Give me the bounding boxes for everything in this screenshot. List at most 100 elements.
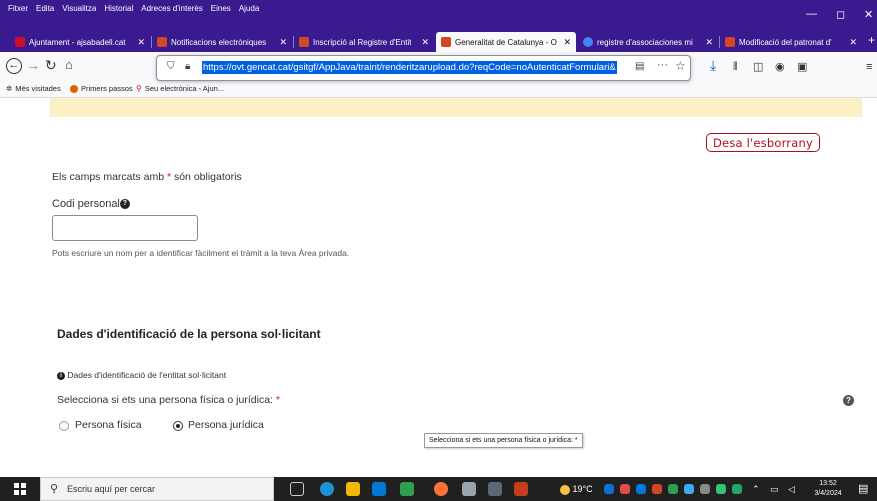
office-favicon-icon	[441, 37, 451, 47]
tab-inscripcio[interactable]: Inscripció al Registre d'Entit ✕	[294, 32, 434, 52]
forward-arrow-icon[interactable]: →	[26, 57, 40, 73]
windows-start-icon[interactable]	[14, 483, 26, 495]
save-draft-button[interactable]: Desa l'esborrany	[706, 133, 820, 152]
required-note-text: són obligatoris	[173, 171, 242, 183]
firefox-icon	[70, 84, 78, 93]
library-icon[interactable]: ⫴	[733, 59, 738, 75]
window-close-button[interactable]: ✕	[864, 8, 873, 21]
downloads-icon[interactable]: ⤓	[710, 57, 716, 73]
outlook-icon[interactable]	[372, 482, 386, 496]
gear-icon: ✲	[6, 84, 13, 93]
weather-widget[interactable]: 19°C	[560, 484, 593, 495]
clock-date: 3/4/2024	[814, 490, 842, 497]
search-placeholder: Escriu aquí per cercar	[67, 484, 156, 494]
info-icon: i	[57, 371, 65, 380]
code-personal-input[interactable]	[52, 215, 198, 241]
entity-info-text: Dades d'identificació de l'entitat sol·l…	[67, 370, 227, 380]
account-icon[interactable]: ◉	[775, 59, 785, 75]
reload-icon[interactable]: ↻	[45, 57, 57, 73]
sidebar-icon[interactable]: ◫	[753, 59, 763, 75]
menu-help[interactable]: Ajuda	[239, 4, 259, 13]
bookmark-star-icon[interactable]: ☆	[675, 59, 686, 73]
file-explorer-icon[interactable]	[346, 482, 360, 496]
menu-history[interactable]: Historial	[104, 4, 133, 13]
tray-app-icon[interactable]	[636, 484, 646, 494]
tooltip: Selecciona si ets una persona física o j…	[424, 433, 583, 448]
menu-file[interactable]: Fitxer	[8, 4, 28, 13]
page-content: Desa l'esborrany Els camps marcats amb *…	[0, 98, 877, 462]
task-view-icon[interactable]	[290, 482, 304, 496]
tray-chevron-icon[interactable]: ⌃	[752, 484, 760, 495]
menu-tools[interactable]: Eines	[211, 4, 231, 13]
code-personal-label: Codi personal	[52, 198, 120, 210]
url-bar[interactable]: ⛉ 🔒︎ https://ovt.gencat.cat/gsitgf/AppJa…	[156, 55, 691, 81]
tab-label: Generalitat de Catalunya - O	[455, 37, 557, 47]
info-icon[interactable]: ?	[119, 199, 130, 210]
pocket-icon[interactable]: ▣	[797, 59, 807, 75]
shield-icon[interactable]: ⛉	[167, 61, 175, 72]
tab-strip: Ajuntament - ajsabadell.cat ✕ Notificaci…	[0, 32, 877, 52]
tab-generalitat[interactable]: Generalitat de Catalunya - O ✕	[436, 32, 576, 52]
maximize-button[interactable]: ◻	[836, 8, 845, 21]
tab-close-icon[interactable]: ✕	[701, 37, 713, 48]
person-type-label-row: Selecciona si ets una persona física o j…	[57, 394, 280, 406]
reader-view-icon[interactable]: ▤	[635, 61, 644, 72]
tab-google-registre[interactable]: registre d'associaciones mi ✕	[578, 32, 718, 52]
tab-close-icon[interactable]: ✕	[275, 37, 287, 48]
help-icon[interactable]: ?	[843, 395, 854, 406]
back-arrow-icon[interactable]: ←	[6, 58, 22, 74]
tray-app-icon[interactable]	[700, 484, 710, 494]
tab-close-icon[interactable]: ✕	[845, 37, 857, 48]
home-icon[interactable]: ⌂	[65, 57, 73, 73]
code-help-text: Pots escriure un nom per a identificar f…	[52, 248, 350, 258]
tab-label: Ajuntament - ajsabadell.cat	[29, 37, 126, 47]
weather-temp: 19°C	[572, 484, 593, 494]
page-actions-icon[interactable]: ···	[657, 59, 668, 71]
tray-app-icon[interactable]	[668, 484, 678, 494]
tab-label: Inscripció al Registre d'Entit	[313, 37, 412, 47]
taskbar-search[interactable]: ⚲ Escriu aquí per cercar	[40, 477, 274, 501]
tray-check-icon[interactable]	[716, 484, 726, 494]
app-icon[interactable]	[488, 482, 502, 496]
bookmark-first-steps[interactable]: Primers passos	[70, 84, 133, 93]
radio-label-juridica[interactable]: Persona jurídica	[188, 419, 264, 431]
minimize-button[interactable]: —	[806, 8, 817, 20]
tray-app-icon[interactable]	[604, 484, 614, 494]
tray-app-icon[interactable]	[684, 484, 694, 494]
tab-modificacio[interactable]: Modificació del patronat d' ✕	[720, 32, 862, 52]
tab-close-icon[interactable]: ✕	[559, 37, 571, 48]
tray-app-icon[interactable]	[652, 484, 662, 494]
radio-label-fisica[interactable]: Persona física	[75, 419, 142, 431]
app-icon[interactable]	[400, 482, 414, 496]
menu-bookmarks[interactable]: Adreces d'interès	[141, 4, 203, 13]
tray-app-icon[interactable]	[732, 484, 742, 494]
firefox-icon[interactable]	[434, 482, 448, 496]
bookmark-label: Seu electrònica - Ajun...	[144, 84, 225, 93]
tab-label: registre d'associaciones mi	[597, 37, 693, 47]
person-type-label: Selecciona si ets una persona física o j…	[57, 394, 273, 406]
bookmark-seu-electronica[interactable]: ⚲ Seu electrònica - Ajun...	[136, 84, 224, 93]
tab-ajuntament[interactable]: Ajuntament - ajsabadell.cat ✕	[10, 32, 150, 52]
network-icon[interactable]: ▭	[770, 484, 779, 495]
url-text[interactable]: https://ovt.gencat.cat/gsitgf/AppJava/tr…	[202, 61, 617, 74]
tab-close-icon[interactable]: ✕	[133, 37, 145, 48]
tab-close-icon[interactable]: ✕	[417, 37, 429, 48]
lock-icon[interactable]: 🔒︎	[185, 61, 190, 72]
bookmark-label: Més visitades	[15, 84, 61, 93]
tab-notificacions[interactable]: Notificacions electròniques ✕	[152, 32, 292, 52]
required-star: *	[275, 394, 280, 406]
bookmark-most-visited[interactable]: ✲ Més visitades	[6, 84, 61, 93]
menu-edit[interactable]: Edita	[36, 4, 54, 13]
powerpoint-icon[interactable]	[514, 482, 528, 496]
app-icon[interactable]	[462, 482, 476, 496]
hamburger-menu-icon[interactable]: ≡	[866, 59, 872, 75]
tray-app-icon[interactable]	[620, 484, 630, 494]
menu-view[interactable]: Visualitza	[62, 4, 96, 13]
radio-persona-juridica[interactable]	[173, 421, 183, 431]
new-tab-button[interactable]: +	[868, 33, 875, 47]
radio-persona-fisica[interactable]	[59, 421, 69, 431]
clock[interactable]: 13:52 3/4/2024	[810, 479, 846, 499]
volume-icon[interactable]: ◁	[788, 484, 795, 495]
edge-icon[interactable]	[320, 482, 334, 496]
notifications-icon[interactable]: ▤	[858, 482, 868, 495]
